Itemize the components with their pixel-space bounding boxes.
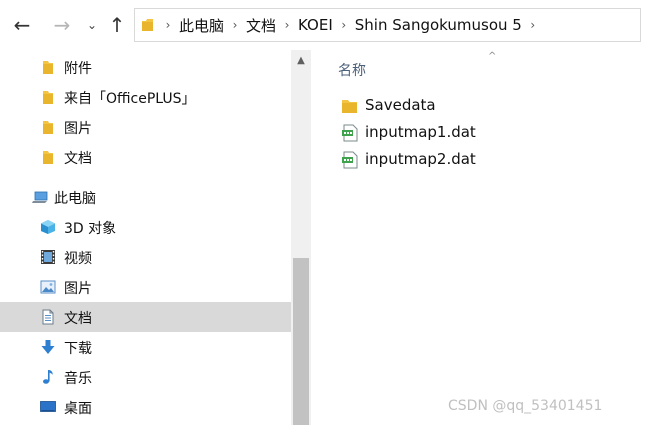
sidebar-item-downloads[interactable]: 下载 [0, 332, 291, 362]
navigation-scrollbar[interactable]: ▲ [291, 50, 311, 425]
folder-icon [43, 61, 53, 74]
sidebar-item-videos[interactable]: 视频 [0, 242, 291, 272]
up-button[interactable]: ↑ [104, 12, 130, 38]
sidebar-item-label: 图片 [64, 281, 92, 297]
sidebar-item-music[interactable]: 音乐 [0, 362, 291, 392]
sidebar-item-attachments[interactable]: 附件 [0, 52, 291, 82]
sidebar-item-label: 视频 [64, 251, 92, 267]
sidebar-item-label: 桌面 [64, 401, 92, 417]
sidebar-item-label: 文档 [64, 151, 92, 167]
breadcrumb-this-pc[interactable]: 此电脑 [179, 15, 224, 36]
sidebar-item-label: 文档 [64, 311, 92, 327]
list-item-inputmap2[interactable]: inputmap2.dat [341, 147, 631, 173]
sidebar-item-label: 来自「OfficePLUS」 [64, 91, 196, 107]
breadcrumb-separator[interactable]: › [224, 18, 246, 32]
navigation-pane: 附件 来自「OfficePLUS」 图片 文档 此电脑 3D 对象 视频 图片 … [0, 50, 291, 425]
pictures-icon [40, 280, 56, 294]
sidebar-item-label: 3D 对象 [64, 221, 117, 237]
recent-locations-button[interactable]: ⌄ [84, 12, 100, 38]
breadcrumb-separator[interactable]: › [522, 18, 544, 32]
forward-button[interactable]: → [48, 12, 76, 38]
scroll-thumb[interactable] [293, 258, 309, 425]
video-icon [41, 250, 55, 264]
sidebar-item-pictures-quick[interactable]: 图片 [0, 112, 291, 142]
file-name: inputmap2.dat [365, 150, 476, 168]
download-icon [41, 340, 55, 354]
folder-icon [43, 121, 53, 134]
desktop-icon [40, 401, 56, 412]
file-name: Savedata [365, 96, 436, 114]
list-item-savedata[interactable]: Savedata [341, 93, 631, 119]
breadcrumb-separator[interactable]: › [157, 18, 179, 32]
dat-file-icon [342, 151, 358, 169]
breadcrumb-documents[interactable]: 文档 [246, 15, 276, 36]
sidebar-item-label: 图片 [64, 121, 92, 137]
folder-icon [142, 19, 153, 31]
breadcrumb-shin-sangokumusou-5[interactable]: Shin Sangokumusou 5 [355, 16, 522, 34]
sidebar-item-label: 音乐 [64, 371, 92, 387]
sidebar-item-officeplus[interactable]: 来自「OfficePLUS」 [0, 82, 291, 112]
watermark: CSDN @qq_53401451 [448, 398, 603, 414]
list-item-inputmap1[interactable]: inputmap1.dat [341, 120, 631, 146]
computer-icon [32, 191, 48, 203]
breadcrumb-separator[interactable]: › [333, 18, 355, 32]
breadcrumb-koei[interactable]: KOEI [298, 16, 333, 34]
sidebar-item-this-pc[interactable]: 此电脑 [0, 182, 291, 212]
column-header-name[interactable]: 名称 [338, 60, 366, 80]
documents-icon [42, 309, 54, 325]
sidebar-item-documents[interactable]: 文档 [0, 302, 291, 332]
file-name: inputmap1.dat [365, 123, 476, 141]
sidebar-item-desktop[interactable]: 桌面 [0, 392, 291, 422]
sidebar-item-pictures[interactable]: 图片 [0, 272, 291, 302]
sidebar-item-label: 下载 [64, 341, 92, 357]
breadcrumb-separator[interactable]: › [276, 18, 298, 32]
address-bar: ← → ⌄ ↑ › 此电脑 › 文档 › KOEI › Shin Sangoku… [0, 0, 645, 50]
3d-objects-icon [41, 220, 55, 234]
file-list: 名称 ^ Savedata inputmap1.dat inputmap2.da… [311, 50, 645, 425]
music-icon [43, 370, 53, 384]
folder-icon [342, 100, 357, 113]
sidebar-item-label: 此电脑 [54, 191, 96, 207]
folder-icon [43, 91, 53, 104]
folder-icon [43, 151, 53, 164]
breadcrumb[interactable]: › 此电脑 › 文档 › KOEI › Shin Sangokumusou 5 … [134, 8, 641, 42]
sidebar-item-documents-quick[interactable]: 文档 [0, 142, 291, 172]
back-button[interactable]: ← [8, 12, 36, 38]
sort-arrow-icon: ^ [488, 51, 497, 62]
dat-file-icon [342, 124, 358, 142]
scroll-up-button[interactable]: ▲ [291, 54, 311, 68]
sidebar-item-label: 附件 [64, 61, 92, 77]
sidebar-item-3d-objects[interactable]: 3D 对象 [0, 212, 291, 242]
